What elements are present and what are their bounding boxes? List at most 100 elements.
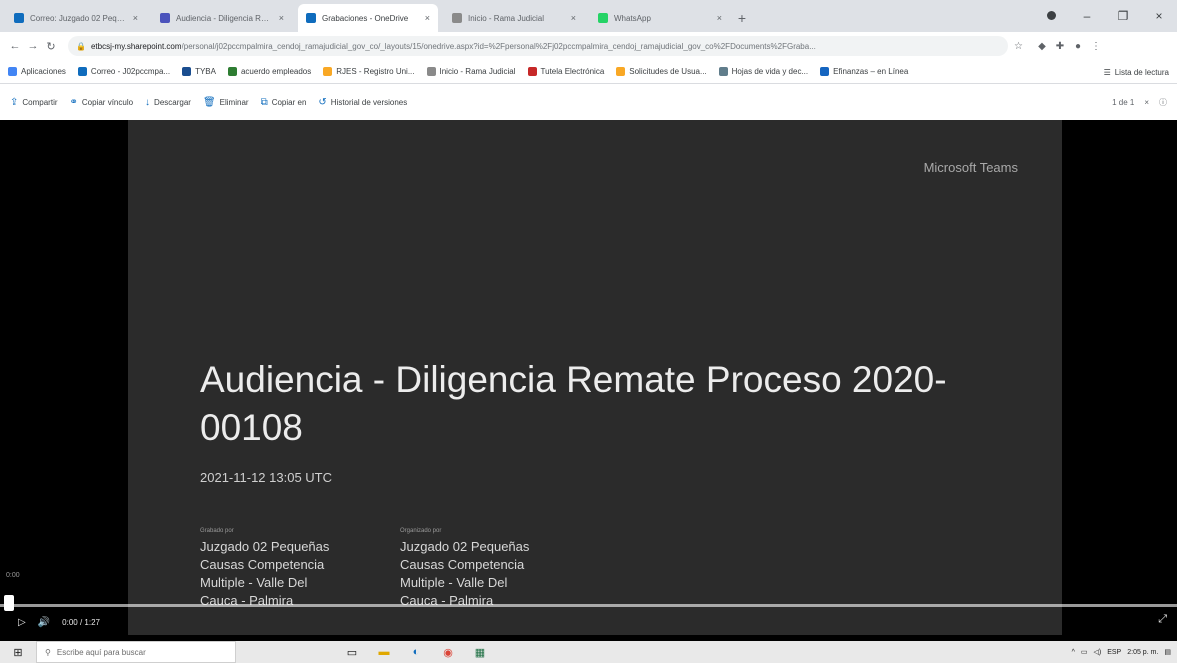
reload-icon[interactable]: ↻ — [42, 40, 60, 53]
reading-list-label: Lista de lectura — [1114, 67, 1169, 77]
recorded-by-line: Multiple - Valle Del — [200, 575, 308, 590]
recorded-by-block: Grabado por Juzgado 02 Pequeñas Causas C… — [200, 526, 390, 610]
reading-list-icon: ☰ — [1103, 67, 1111, 77]
tray-chevron-icon[interactable]: ^ — [1072, 649, 1075, 656]
browser-tab-mail[interactable]: Correo: Juzgado 02 Pequeñas C... × — [6, 4, 146, 32]
browser-tab-onedrive[interactable]: Grabaciones - OneDrive × — [298, 4, 438, 32]
clock[interactable]: 2:05 p. m. — [1127, 649, 1158, 656]
tab-title: WhatsApp — [614, 13, 651, 23]
bookmark-item[interactable]: TYBA — [182, 67, 216, 76]
notifications-icon[interactable]: ▤ — [1164, 648, 1171, 656]
restore-button[interactable]: ❐ — [1105, 9, 1141, 23]
recorded-by-line: Cauca - Palmira — [200, 593, 294, 608]
close-icon[interactable]: × — [279, 13, 284, 23]
close-icon[interactable]: × — [425, 13, 430, 23]
search-placeholder: Escribe aquí para buscar — [56, 647, 146, 657]
close-icon[interactable]: × — [133, 13, 138, 23]
info-icon[interactable]: ⓘ — [1159, 97, 1167, 108]
speaker-icon[interactable]: ◁) — [1094, 648, 1102, 656]
bookmark-item[interactable]: Tutela Electrónica — [527, 67, 605, 76]
volume-icon[interactable]: 🔊 — [38, 617, 50, 628]
file-explorer-icon[interactable]: ▬ — [368, 646, 400, 659]
task-view-icon[interactable]: ▭ — [336, 646, 368, 659]
kebab-menu-icon[interactable]: ⋮ — [1087, 41, 1105, 52]
bookmark-star-icon[interactable]: ☆ — [1014, 41, 1023, 52]
close-window-button[interactable]: × — [1141, 9, 1177, 23]
window-controls: – ❐ × — [1033, 0, 1177, 32]
browser-toolbar: ← → ↻ 🔒 etbcsj-my.sharepoint.com /person… — [0, 32, 1177, 60]
browser-tab-strip: Correo: Juzgado 02 Pequeñas C... × Audie… — [0, 0, 1177, 32]
bookmark-item[interactable]: Correo - J02pccmpa... — [77, 67, 171, 76]
minimize-button[interactable]: – — [1069, 9, 1105, 23]
video-frame: Microsoft Teams Audiencia - Diligencia R… — [128, 120, 1062, 635]
url-host: etbcsj-my.sharepoint.com — [90, 41, 182, 51]
organized-by-line: Multiple - Valle Del — [400, 575, 508, 590]
forward-icon[interactable]: → — [24, 40, 42, 52]
bookmark-item[interactable]: Aplicaciones — [8, 67, 66, 76]
bookmark-label: TYBA — [195, 67, 216, 76]
browser-tab-rama[interactable]: Inicio - Rama Judicial × — [444, 4, 584, 32]
reading-list[interactable]: ☰ Lista de lectura — [1103, 60, 1169, 83]
video-player[interactable]: 0:00 Microsoft Teams Audiencia - Diligen… — [0, 120, 1177, 635]
windows-start-icon[interactable]: ⊞ — [0, 646, 36, 659]
onedrive-command-bar: ⇪ Compartir ⚭ Copiar vínculo ↓ Descargar 🗑 E… — [0, 84, 1177, 120]
new-tab-button[interactable]: + — [730, 4, 754, 32]
bookmark-item[interactable]: Efinanzas – en Línea — [820, 67, 908, 76]
profile-icon[interactable] — [1033, 9, 1069, 23]
browser-tab-teams[interactable]: Audiencia - Diligencia Remate P... × — [152, 4, 292, 32]
download-button[interactable]: ↓ Descargar — [145, 97, 191, 108]
puzzle-icon[interactable]: ✚ — [1051, 41, 1069, 52]
recorded-by-label: Grabado por — [200, 528, 234, 534]
site-icon — [426, 67, 436, 76]
bookmark-item[interactable]: RJES - Registro Uni... — [323, 67, 415, 76]
lock-icon[interactable]: 🔒 — [76, 42, 86, 51]
recorded-by-line: Juzgado 02 Pequeñas — [200, 539, 330, 554]
bookmark-item[interactable]: Hojas de vida y dec... — [718, 67, 808, 76]
windows-taskbar: ⊞ ⚲ Escribe aquí para buscar ▭ ▬ ◐ ◉ ▦ ^… — [0, 641, 1177, 663]
copy-to-button[interactable]: ⧉ Copiar en — [261, 97, 307, 108]
bookmark-label: Inicio - Rama Judicial — [439, 67, 516, 76]
taskbar-search[interactable]: ⚲ Escribe aquí para buscar — [36, 641, 236, 663]
trash-icon: 🗑 — [202, 96, 216, 108]
extension-icon[interactable]: ◆ — [1033, 41, 1051, 52]
recording-title: Audiencia - Diligencia Remate Proceso 20… — [200, 359, 947, 448]
close-viewer-button[interactable]: × — [1144, 98, 1149, 107]
bookmark-item[interactable]: Solicitudes de Usua... — [616, 67, 707, 76]
bookmark-label: Solicitudes de Usua... — [629, 67, 707, 76]
browser-tab-whatsapp[interactable]: WhatsApp × — [590, 4, 730, 32]
delete-button[interactable]: 🗑 Eliminar — [203, 97, 249, 108]
copy-link-button[interactable]: ⚭ Copiar vínculo — [70, 97, 134, 108]
history-icon: ↺ — [318, 96, 327, 108]
back-icon[interactable]: ← — [6, 40, 24, 52]
version-history-button[interactable]: ↺ Historial de versiones — [318, 97, 407, 108]
language-indicator[interactable]: ESP — [1107, 649, 1121, 656]
close-icon[interactable]: × — [717, 13, 722, 23]
close-icon[interactable]: × — [571, 13, 576, 23]
edge-icon[interactable]: ◐ — [400, 646, 432, 659]
chrome-icon[interactable]: ◉ — [432, 646, 464, 659]
taskbar-apps: ▭ ▬ ◐ ◉ ▦ — [336, 646, 496, 659]
tab-title: Audiencia - Diligencia Remate P... — [176, 13, 273, 23]
avatar[interactable]: ● — [1069, 41, 1087, 52]
bookmark-label: Aplicaciones — [21, 67, 66, 76]
organized-by-block: Organizado por Juzgado 02 Pequeñas Causa… — [400, 526, 590, 610]
share-button[interactable]: ⇪ Compartir — [10, 97, 58, 108]
excel-icon[interactable]: ▦ — [464, 646, 496, 659]
bookmark-item[interactable]: Inicio - Rama Judicial — [426, 67, 516, 76]
play-icon[interactable]: ▷ — [18, 617, 26, 628]
folder-icon — [616, 67, 626, 76]
address-bar[interactable]: 🔒 etbcsj-my.sharepoint.com /personal/j02… — [68, 36, 1008, 56]
fullscreen-icon[interactable]: ⤢ — [1158, 613, 1167, 626]
link-icon: ⚭ — [69, 96, 78, 108]
bookmarks-bar: Aplicaciones Correo - J02pccmpa... TYBA … — [0, 60, 1177, 84]
bookmark-item[interactable]: acuerdo empleados — [227, 67, 311, 76]
progress-bar[interactable] — [0, 604, 1177, 607]
apps-icon — [8, 67, 17, 76]
teams-icon — [160, 13, 170, 23]
progress-handle[interactable] — [4, 595, 14, 611]
teams-brand: Microsoft Teams — [923, 160, 1018, 175]
network-icon[interactable]: ▭ — [1081, 648, 1088, 656]
bookmark-label: Correo - J02pccmpa... — [90, 67, 171, 76]
bookmark-label: Tutela Electrónica — [540, 67, 605, 76]
site-icon — [718, 67, 728, 76]
